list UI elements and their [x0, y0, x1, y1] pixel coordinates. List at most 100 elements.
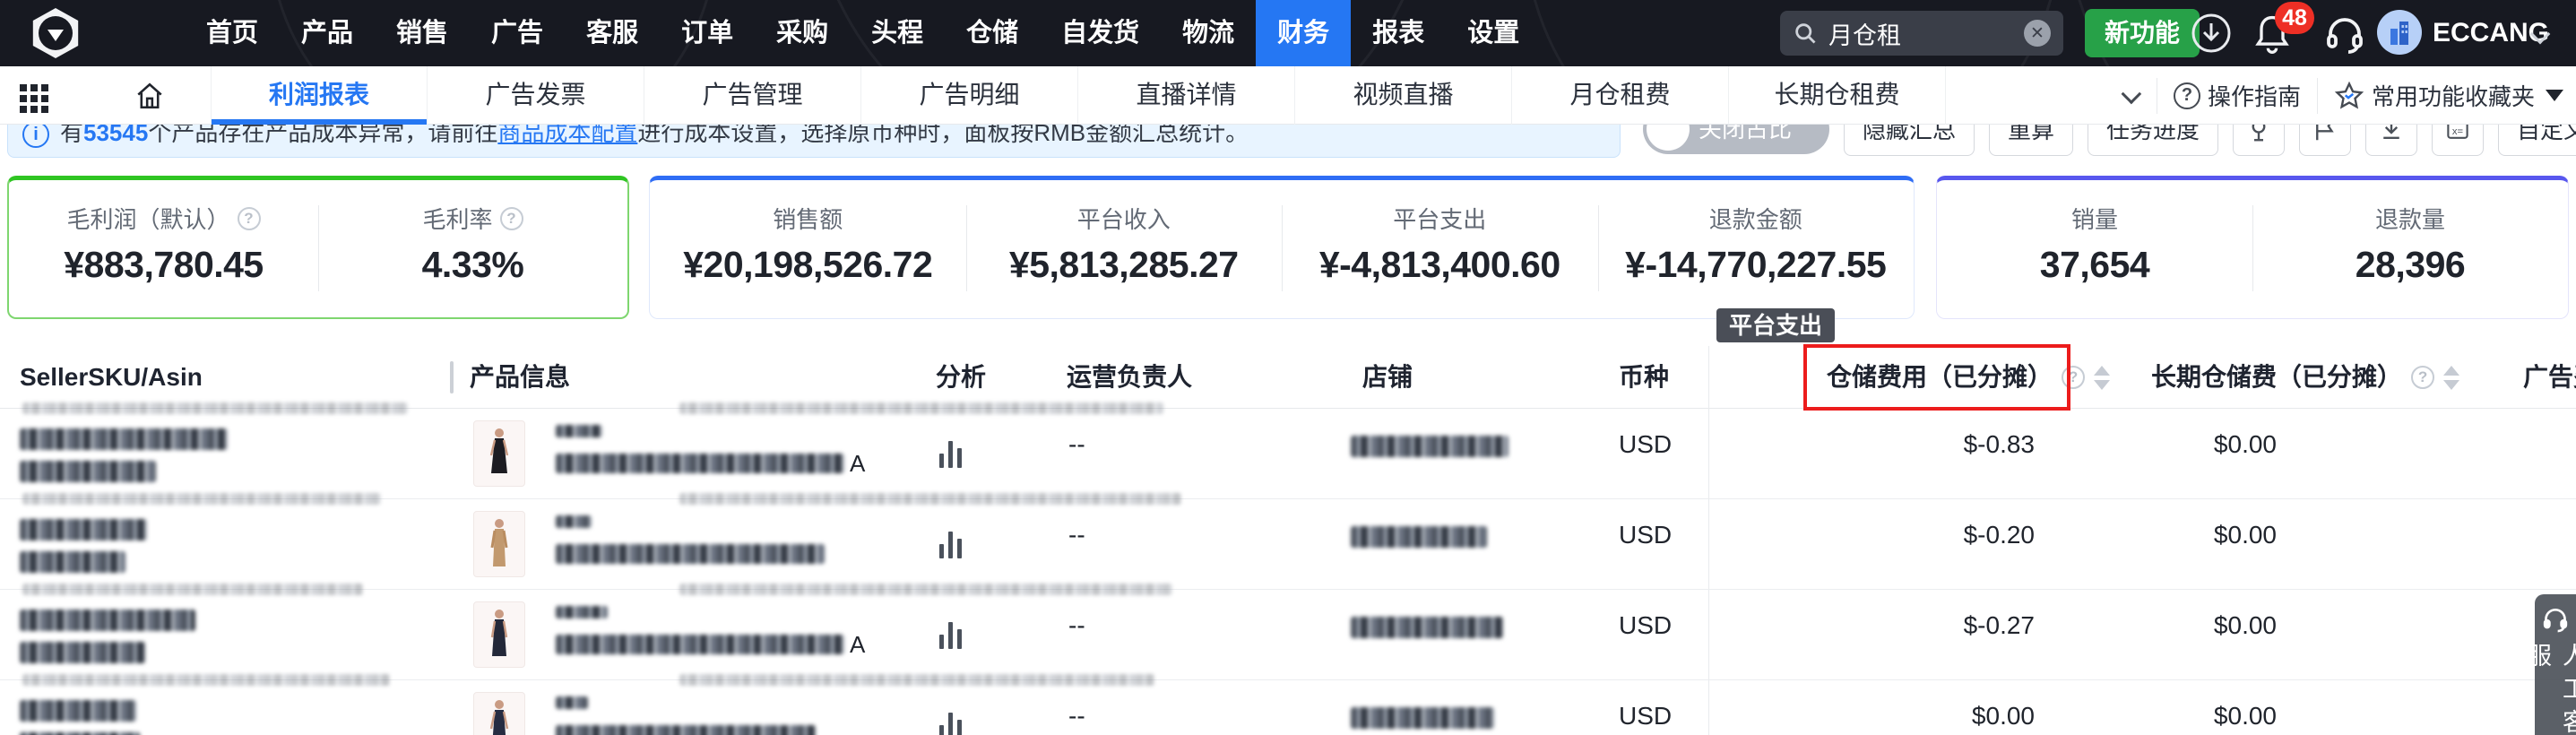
tab-bar: 利润报表 广告发票 广告管理 广告明细 直播详情 视频直播 月仓租费 长期仓租费… — [0, 66, 2576, 125]
customer-service-widget[interactable]: 人工客服 — [2535, 594, 2576, 735]
header-currency: 币种 — [1619, 346, 1669, 409]
notifications-bell-icon[interactable]: 48 — [2252, 13, 2293, 60]
nav-item-finance[interactable]: 财务 — [1256, 0, 1351, 66]
metric-label: 平台收入 — [1077, 202, 1171, 235]
longterm-fee-cell: $0.00 — [2079, 430, 2277, 459]
storage-fee-cell: $-0.83 — [1837, 430, 2035, 459]
nav-item-products[interactable]: 产品 — [280, 0, 375, 66]
nav-item-logistics[interactable]: 物流 — [1161, 0, 1256, 66]
download-center-icon[interactable] — [2191, 13, 2232, 58]
nav-item-firstleg[interactable]: 头程 — [850, 0, 945, 66]
tab-live-detail[interactable]: 直播详情 — [1078, 66, 1295, 125]
headset-icon — [2541, 605, 2570, 634]
product-image[interactable] — [473, 420, 525, 487]
caret-down-icon — [2546, 90, 2563, 101]
metric-label: 退款量 — [2375, 202, 2445, 235]
tabs-collapse-chevron-icon[interactable] — [2122, 83, 2142, 104]
currency-cell: USD — [1619, 521, 1672, 549]
platform-expense-tooltip: 平台支出 — [1716, 308, 1835, 342]
clear-search-icon[interactable]: ✕ — [2024, 20, 2051, 47]
sort-icon[interactable] — [2443, 366, 2459, 390]
nav-item-purchase[interactable]: 采购 — [755, 0, 850, 66]
masked-sku — [20, 428, 228, 450]
masked-text — [679, 674, 1154, 686]
sort-icon[interactable] — [2094, 366, 2110, 390]
global-search[interactable]: ✕ — [1780, 11, 2063, 56]
product-image[interactable] — [473, 692, 525, 735]
nav-item-reports[interactable]: 报表 — [1351, 0, 1446, 66]
masked-text — [679, 402, 1163, 414]
masked-asin — [20, 642, 145, 663]
nav-item-settings[interactable]: 设置 — [1446, 0, 1541, 66]
help-icon[interactable]: ? — [238, 207, 261, 230]
tab-longterm-storage-fee[interactable]: 长期仓租费 — [1729, 66, 1946, 125]
currency-cell: USD — [1619, 430, 1672, 459]
table-row[interactable]: -- USD $0.00 $0.00 — [0, 680, 2576, 735]
analysis-chart-icon[interactable] — [939, 620, 962, 649]
svg-text:x=: x= — [2452, 126, 2464, 137]
guide-label: 操作指南 — [2208, 79, 2301, 112]
masked-product-name — [556, 725, 816, 735]
table-row[interactable]: -- USD $-0.20 $0.00 — [0, 499, 2576, 590]
customer-service-label: 人工客服 — [2520, 643, 2576, 735]
header-owner: 运营负责人 — [1067, 346, 1192, 409]
home-icon[interactable] — [134, 81, 165, 116]
nav-item-service[interactable]: 客服 — [565, 0, 660, 66]
header-storage-fee[interactable]: 仓储费用（已分摊） ? — [1827, 346, 2110, 409]
new-features-button[interactable]: 新功能 — [2085, 9, 2200, 57]
longterm-fee-cell: $0.00 — [2079, 521, 2277, 549]
nav-item-warehouse[interactable]: 仓储 — [945, 0, 1040, 66]
nav-item-ads[interactable]: 广告 — [470, 0, 565, 66]
column-resize-handle[interactable] — [450, 361, 454, 393]
nav-item-sales[interactable]: 销售 — [375, 0, 470, 66]
support-headset-icon[interactable] — [2323, 13, 2366, 60]
header-analysis: 分析 — [936, 346, 986, 409]
help-icon[interactable]: ? — [2062, 366, 2085, 389]
metric-value: ¥20,198,526.72 — [683, 244, 932, 286]
tab-ad-detail[interactable]: 广告明细 — [861, 66, 1078, 125]
help-icon[interactable]: ? — [500, 207, 523, 230]
header-longterm-fee[interactable]: 长期仓储费（已分摊） ? — [2151, 346, 2459, 409]
masked-asin — [20, 461, 156, 482]
metric-value: ¥5,813,285.27 — [1009, 244, 1239, 286]
guide-link[interactable]: ? 操作指南 — [2174, 79, 2301, 112]
analysis-chart-icon[interactable] — [939, 439, 962, 468]
analysis-chart-icon[interactable] — [939, 530, 962, 558]
tab-profit-report[interactable]: 利润报表 — [211, 66, 428, 125]
tab-ad-manage[interactable]: 广告管理 — [644, 66, 861, 125]
search-icon — [1793, 21, 1818, 46]
help-icon[interactable]: ? — [2411, 366, 2434, 389]
analysis-chart-icon[interactable] — [939, 711, 962, 735]
tab-video-live[interactable]: 视频直播 — [1295, 66, 1512, 125]
favorites-menu[interactable]: 常用功能收藏夹 — [2334, 79, 2563, 112]
header-storage-label: 仓储费用（已分摊） — [1827, 346, 2053, 409]
account-avatar[interactable] — [2377, 10, 2422, 55]
search-input[interactable] — [1828, 20, 2024, 48]
brand-logo-icon[interactable] — [30, 8, 81, 58]
metric-value: ¥-4,813,400.60 — [1319, 244, 1560, 286]
table-row[interactable]: A -- USD $-0.83 $0.00 — [0, 409, 2576, 499]
product-image[interactable] — [473, 511, 525, 577]
main-menu: 首页 产品 销售 广告 客服 订单 采购 头程 仓储 自发货 物流 财务 报表 … — [185, 0, 1541, 66]
nav-item-orders[interactable]: 订单 — [660, 0, 755, 66]
tab-monthly-storage-fee[interactable]: 月仓租费 — [1512, 66, 1729, 125]
platform-summary-card: 销售额 ¥20,198,526.72 平台收入 ¥5,813,285.27 平台… — [649, 176, 1915, 319]
metric-value: ¥-14,770,227.55 — [1625, 244, 1886, 286]
nav-item-selffulfill[interactable]: 自发货 — [1040, 0, 1161, 66]
masked-product-line — [556, 696, 588, 709]
nav-item-home[interactable]: 首页 — [185, 0, 280, 66]
header-ad-fee: 广告费 — [2523, 346, 2576, 409]
metric-platform-expense: 平台支出 ¥-4,813,400.60 — [1282, 180, 1598, 318]
report-tabs: 利润报表 广告发票 广告管理 广告明细 直播详情 视频直播 月仓租费 长期仓租费 — [211, 66, 1946, 125]
profit-summary-card: 毛利润（默认）? ¥883,780.45 毛利率? 4.33% — [7, 176, 629, 319]
metric-sales-volume: 销量 37,654 — [1937, 180, 2252, 318]
metric-label: 销售额 — [773, 202, 843, 235]
metric-gross-profit: 毛利润（默认）? ¥883,780.45 — [9, 180, 318, 317]
tab-ad-invoice[interactable]: 广告发票 — [428, 66, 644, 125]
apps-grid-icon[interactable] — [20, 84, 27, 91]
metric-label: 销量 — [2071, 202, 2118, 235]
product-image[interactable] — [473, 601, 525, 668]
tab-bar-right: ? 操作指南 常用功能收藏夹 — [2126, 66, 2563, 125]
notification-badge: 48 — [2275, 2, 2314, 34]
table-row[interactable]: A -- USD $-0.27 $0.00 — [0, 590, 2576, 680]
